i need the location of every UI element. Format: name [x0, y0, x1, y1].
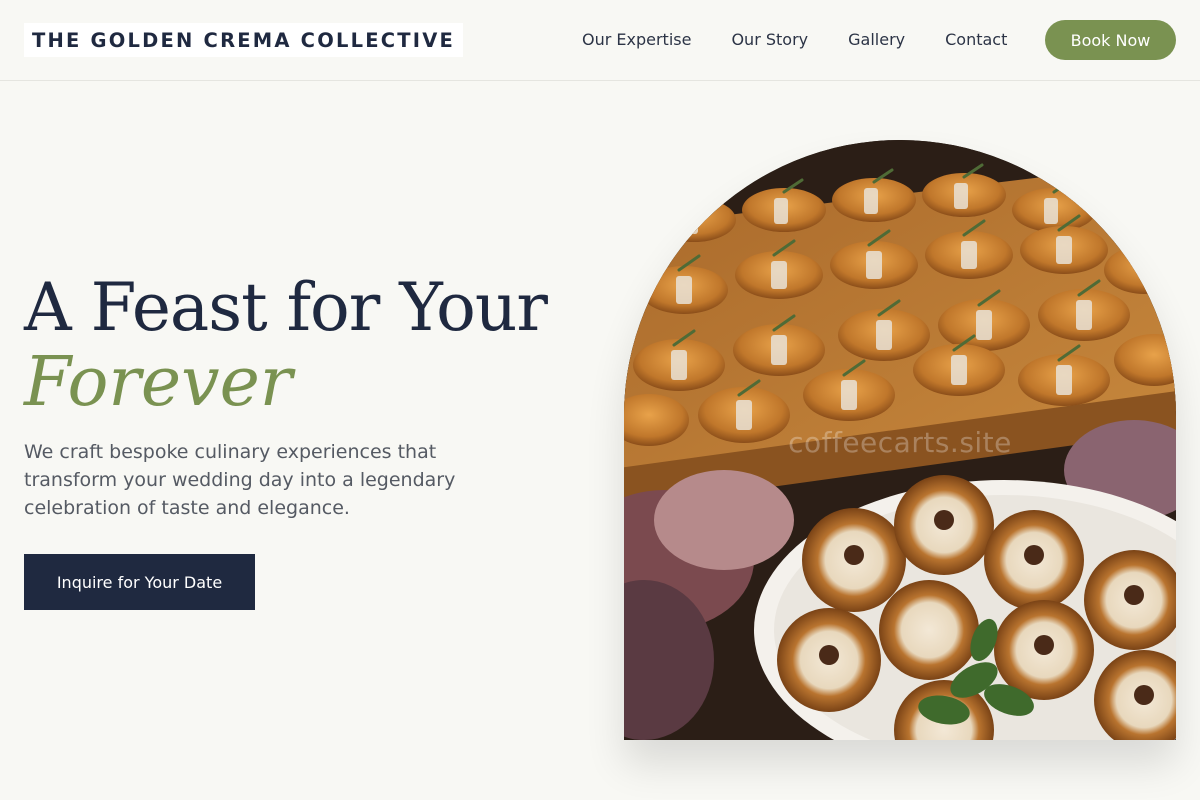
hero-title: A Feast for Your Forever — [24, 268, 584, 418]
nav-link-gallery[interactable]: Gallery — [848, 30, 905, 49]
site-header: THE GOLDEN CREMA COLLECTIVE Our Expertis… — [0, 0, 1200, 81]
nav-link-our-expertise[interactable]: Our Expertise — [582, 30, 691, 49]
main-nav: Our Expertise Our Story Gallery Contact — [582, 28, 1007, 50]
hero-food-image: coffeecarts.site — [624, 140, 1176, 740]
inquire-date-button[interactable]: Inquire for Your Date — [24, 554, 255, 610]
brand-logo-text[interactable]: THE GOLDEN CREMA COLLECTIVE — [24, 23, 464, 57]
hero-subtitle: We craft bespoke culinary experiences th… — [24, 441, 456, 519]
book-now-button[interactable]: Book Now — [1045, 20, 1176, 60]
nav-link-contact[interactable]: Contact — [945, 30, 1007, 49]
hero-title-line-1: A Feast for Your — [24, 269, 548, 346]
nav-link-our-story[interactable]: Our Story — [731, 30, 808, 49]
hero-title-line-2: Forever — [24, 343, 293, 422]
image-watermark: coffeecarts.site — [788, 426, 1012, 459]
